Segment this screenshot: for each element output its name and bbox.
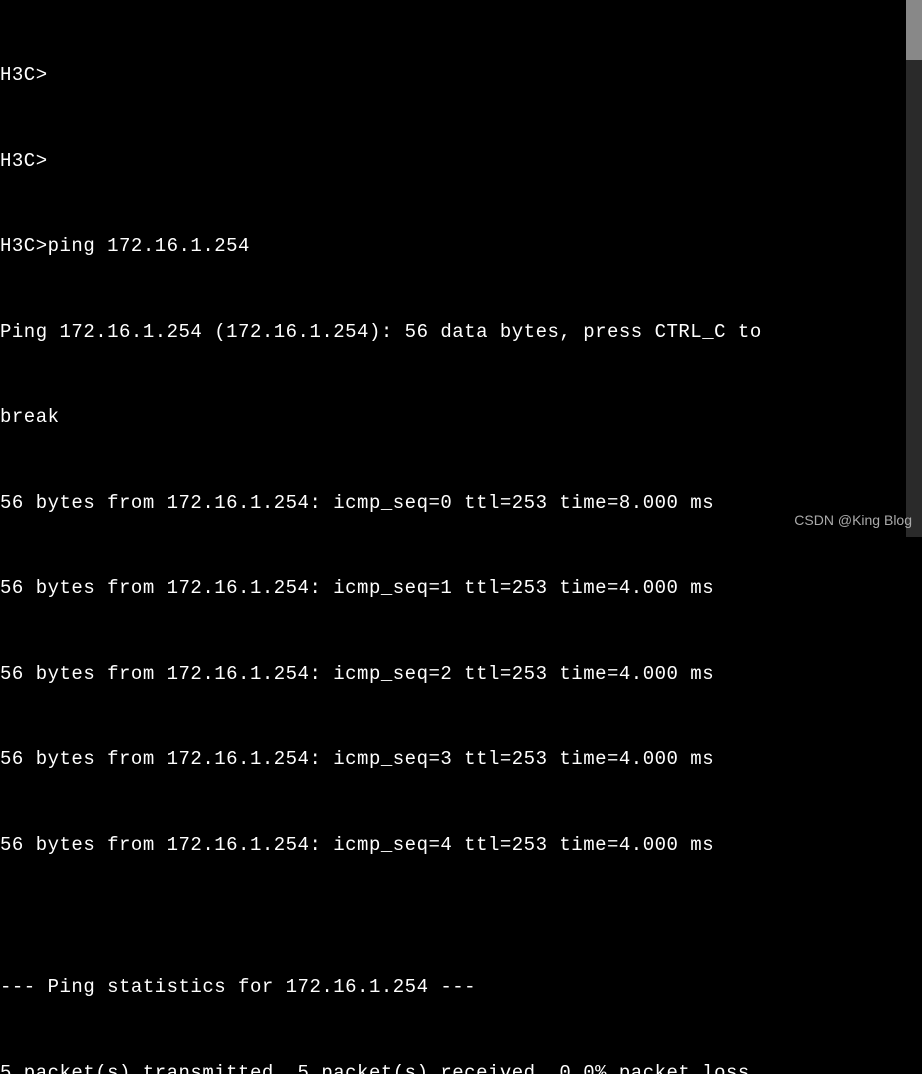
ping-header-line: break — [0, 403, 922, 432]
ping-header-line: Ping 172.16.1.254 (172.16.1.254): 56 dat… — [0, 318, 922, 347]
ping-reply-line: 56 bytes from 172.16.1.254: icmp_seq=1 t… — [0, 574, 922, 603]
watermark-text: CSDN @King Blog — [794, 510, 912, 531]
ping-stats-header: --- Ping statistics for 172.16.1.254 --- — [0, 973, 922, 1002]
ping-reply-line: 56 bytes from 172.16.1.254: icmp_seq=3 t… — [0, 745, 922, 774]
scrollbar-thumb[interactable] — [906, 0, 922, 60]
terminal-output[interactable]: H3C> H3C> H3C>ping 172.16.1.254 Ping 172… — [0, 4, 922, 1074]
ping-reply-line: 56 bytes from 172.16.1.254: icmp_seq=0 t… — [0, 489, 922, 518]
ping-command-line: H3C>ping 172.16.1.254 — [0, 232, 922, 261]
ping-reply-line: 56 bytes from 172.16.1.254: icmp_seq=4 t… — [0, 831, 922, 860]
ping-stats-line: 5 packet(s) transmitted, 5 packet(s) rec… — [0, 1059, 922, 1074]
scrollbar-track[interactable] — [906, 0, 922, 537]
ping-reply-line: 56 bytes from 172.16.1.254: icmp_seq=2 t… — [0, 660, 922, 689]
prompt-line: H3C> — [0, 61, 922, 90]
prompt-line: H3C> — [0, 147, 922, 176]
